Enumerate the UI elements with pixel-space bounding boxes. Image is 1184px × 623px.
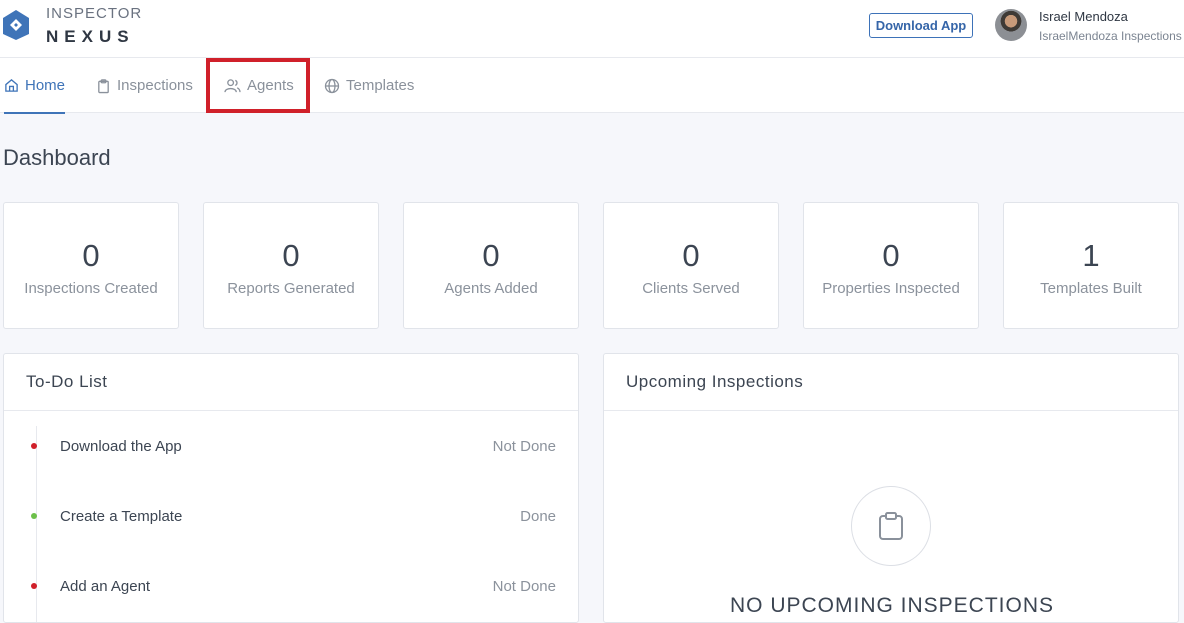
stat-card-reports-generated: 0 Reports Generated [203,202,379,329]
stat-value: 0 [482,238,500,273]
user-company: IsraelMendoza Inspections [1039,29,1182,43]
top-bar: INSPECTOR NEXUS Download App Israel Mend… [0,0,1184,58]
stat-value: 0 [682,238,700,273]
tab-home-label: Home [25,77,66,94]
todo-item-create-template[interactable]: Create a Template Done [4,502,578,532]
todo-item-label: Add an Agent [60,578,151,595]
tab-inspections-label: Inspections [117,77,193,94]
tab-inspections[interactable]: Inspections [96,58,193,113]
stat-value: 0 [882,238,900,273]
stat-label: Templates Built [1040,280,1142,297]
todo-status-dot [31,583,37,589]
todo-item-label: Create a Template [60,508,183,525]
stat-label: Inspections Created [24,280,158,297]
stat-value: 0 [82,238,100,273]
todo-panel-title: To-Do List [4,354,578,411]
download-app-button[interactable]: Download App [869,13,973,38]
todo-item-status: Not Done [492,438,556,455]
upcoming-panel-title: Upcoming Inspections [604,354,1178,411]
tab-agents[interactable]: Agents [224,58,294,113]
globe-icon [324,78,340,93]
stat-card-clients-served: 0 Clients Served [603,202,779,329]
todo-status-dot [31,443,37,449]
main-nav: Home Inspections Agents Templates [0,58,1184,114]
todo-item-status: Not Done [492,578,556,595]
empty-state-text: NO UPCOMING INSPECTIONS [729,594,1055,617]
todo-item-label: Download the App [60,438,182,455]
tab-templates[interactable]: Templates [324,58,414,113]
logo-text-nexus: NEXUS [46,27,135,46]
house-logo-icon[interactable] [2,9,30,41]
upcoming-inspections-panel: Upcoming Inspections NO UPCOMING INSPECT… [603,353,1179,623]
stat-label: Agents Added [444,280,538,297]
logo-text-inspector: INSPECTOR [46,5,143,22]
todo-panel: To-Do List Download the App Not Done Cre… [3,353,579,623]
avatar[interactable] [995,9,1027,41]
stat-label: Clients Served [642,280,740,297]
todo-item-add-agent[interactable]: Add an Agent Not Done [4,572,578,602]
clipboard-icon [879,512,903,540]
stat-card-agents-added: 0 Agents Added [403,202,579,329]
stat-label: Reports Generated [227,280,355,297]
stat-label: Properties Inspected [822,280,960,297]
todo-item-status: Done [520,508,556,525]
page-title: Dashboard [3,145,111,170]
stat-card-templates-built: 1 Templates Built [1003,202,1179,329]
tab-agents-label: Agents [247,77,294,94]
user-name[interactable]: Israel Mendoza [1039,9,1128,24]
stat-card-properties-inspected: 0 Properties Inspected [803,202,979,329]
todo-status-dot [31,513,37,519]
stat-card-inspections-created: 0 Inspections Created [3,202,179,329]
tab-templates-label: Templates [346,77,415,94]
stat-value: 1 [1082,238,1100,273]
clipboard-icon [98,78,109,93]
empty-state-circle [851,486,931,566]
todo-item-download-app[interactable]: Download the App Not Done [4,432,578,462]
tab-home[interactable]: Home [4,58,66,114]
stat-value: 0 [282,238,300,273]
users-icon [224,79,241,93]
home-icon [5,79,18,92]
